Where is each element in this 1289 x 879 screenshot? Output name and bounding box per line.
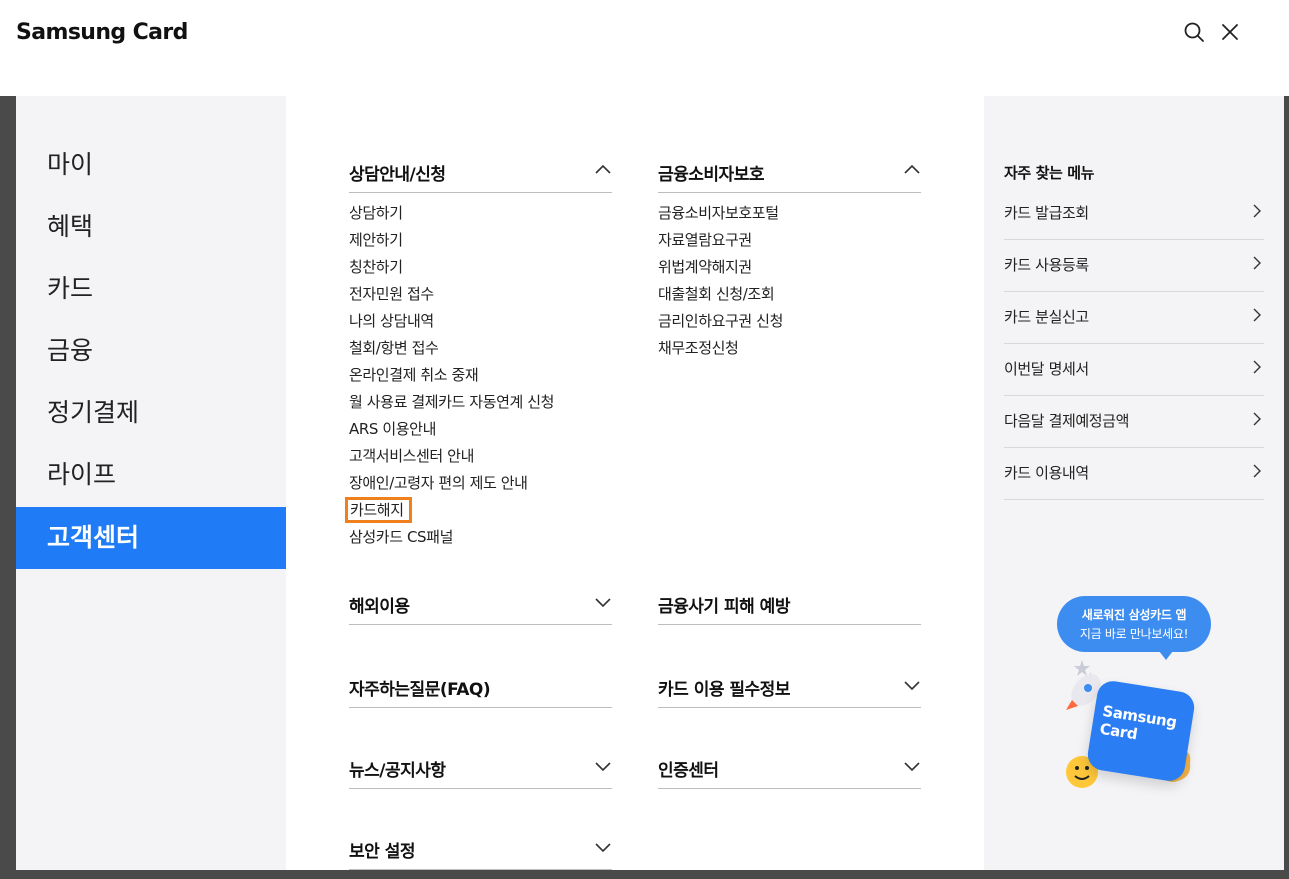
section-fraud-prevention: 금융사기 피해 예방 [658, 580, 921, 625]
quick-menu-item[interactable]: 카드 발급조회 [1004, 188, 1264, 240]
menu-link-card-cancel[interactable]: 카드해지 [345, 497, 612, 525]
menu-link[interactable]: 대출철회 신청/조회 [658, 282, 921, 309]
chevron-right-icon [1250, 360, 1264, 374]
nav-item-card[interactable]: 카드 [16, 258, 286, 320]
menu-link[interactable]: 장애인/고령자 편의 제도 안내 [349, 471, 612, 498]
section-news-header[interactable]: 뉴스/공지사항 [349, 744, 612, 789]
nav-item-my[interactable]: 마이 [16, 134, 286, 196]
section-faq-title: 자주하는질문(FAQ) [349, 680, 491, 700]
menu-link[interactable]: 금리인하요구권 신청 [658, 309, 921, 336]
promo-bubble[interactable]: 새로워진 삼성카드 앱 지금 바로 만나보세요! [1057, 596, 1211, 660]
chevron-down-icon [903, 757, 921, 775]
header: Samsung Card [0, 0, 1289, 96]
chevron-right-icon [1250, 204, 1264, 218]
nav-item-customer-center[interactable]: 고객센터 [16, 507, 286, 569]
quick-menu-title: 자주 찾는 메뉴 [1004, 164, 1095, 182]
left-nav: 마이 혜택 카드 금융 정기결제 라이프 고객센터 [16, 96, 286, 870]
section-auth-center: 인증센터 [658, 744, 921, 789]
chevron-right-icon [1250, 308, 1264, 322]
menu-link[interactable]: 고객서비스센터 안내 [349, 444, 612, 471]
menu-link[interactable]: 금융소비자보호포털 [658, 201, 921, 228]
close-icon[interactable] [1218, 20, 1242, 44]
chevron-right-icon [1250, 464, 1264, 478]
section-overseas: 해외이용 [349, 580, 612, 625]
logo[interactable]: Samsung Card [16, 18, 188, 48]
section-counsel-list: 상담하기 제안하기 칭찬하기 전자민원 접수 나의 상담내역 철회/항변 접수 … [345, 193, 612, 552]
promo-card-text: Samsung Card [1098, 701, 1178, 744]
quick-menu-item[interactable]: 다음달 결제예정금액 [1004, 396, 1264, 448]
search-icon[interactable] [1182, 20, 1206, 44]
menu-link[interactable]: 나의 상담내역 [349, 309, 612, 336]
menu-link[interactable]: 온라인결제 취소 중재 [349, 363, 612, 390]
menu-panel: 마이 혜택 카드 금융 정기결제 라이프 고객센터 상담안내/신청 상담하기 제… [16, 96, 1284, 870]
menu-link[interactable]: 위법계약해지권 [658, 255, 921, 282]
menu-link[interactable]: 전자민원 접수 [349, 282, 612, 309]
samsung-card-graphic: Samsung Card [1085, 678, 1197, 784]
nav-item-subscription[interactable]: 정기결제 [16, 382, 286, 444]
menu-link[interactable]: 채무조정신청 [658, 336, 921, 363]
section-consumer-list: 금융소비자보호포털 자료열람요구권 위법계약해지권 대출철회 신청/조회 금리인… [658, 193, 921, 363]
section-consumer-title: 금융소비자보호 [658, 165, 764, 185]
section-fraud-title: 금융사기 피해 예방 [658, 597, 790, 617]
section-counsel-header[interactable]: 상담안내/신청 [349, 148, 612, 193]
section-fraud-header[interactable]: 금융사기 피해 예방 [658, 580, 921, 625]
menu-link[interactable]: ARS 이용안내 [349, 417, 612, 444]
chevron-right-icon [1250, 412, 1264, 426]
nav-item-finance[interactable]: 금융 [16, 320, 286, 382]
section-security: 보안 설정 [349, 825, 612, 870]
chevron-up-icon [594, 161, 612, 179]
quick-menu-panel: 자주 찾는 메뉴 카드 발급조회 카드 사용등록 카드 분실신고 이번달 명세서… [984, 96, 1284, 870]
quick-menu-item[interactable]: 카드 이용내역 [1004, 448, 1264, 500]
section-news-title: 뉴스/공지사항 [349, 761, 446, 781]
chevron-right-icon [1250, 256, 1264, 270]
section-consumer-header[interactable]: 금융소비자보호 [658, 148, 921, 193]
menu-link[interactable]: 칭찬하기 [349, 255, 612, 282]
section-faq-header[interactable]: 자주하는질문(FAQ) [349, 663, 612, 708]
menu-link[interactable]: 자료열람요구권 [658, 228, 921, 255]
chevron-down-icon [594, 757, 612, 775]
quick-menu-item[interactable]: 카드 분실신고 [1004, 292, 1264, 344]
star-icon [1074, 660, 1090, 676]
section-news: 뉴스/공지사항 [349, 744, 612, 789]
section-overseas-header[interactable]: 해외이용 [349, 580, 612, 625]
menu-link[interactable]: 제안하기 [349, 228, 612, 255]
section-essential-info: 카드 이용 필수정보 [658, 663, 921, 708]
chevron-down-icon [594, 593, 612, 611]
menu-link[interactable]: 철회/항변 접수 [349, 336, 612, 363]
section-essential-header[interactable]: 카드 이용 필수정보 [658, 663, 921, 708]
section-auth-header[interactable]: 인증센터 [658, 744, 921, 789]
nav-item-life[interactable]: 라이프 [16, 444, 286, 506]
chevron-down-icon [594, 838, 612, 856]
section-consumer-protection: 금융소비자보호 금융소비자보호포털 자료열람요구권 위법계약해지권 대출철회 신… [658, 148, 921, 363]
quick-menu-item[interactable]: 카드 사용등록 [1004, 240, 1264, 292]
section-counsel-title: 상담안내/신청 [349, 165, 446, 185]
chevron-down-icon [903, 676, 921, 694]
chevron-up-icon [903, 161, 921, 179]
section-faq: 자주하는질문(FAQ) [349, 663, 612, 708]
section-security-title: 보안 설정 [349, 842, 415, 862]
quick-menu-item[interactable]: 이번달 명세서 [1004, 344, 1264, 396]
section-auth-title: 인증센터 [658, 761, 719, 781]
menu-link[interactable]: 상담하기 [349, 201, 612, 228]
section-essential-title: 카드 이용 필수정보 [658, 680, 790, 700]
menu-link[interactable]: 삼성카드 CS패널 [349, 525, 612, 552]
section-overseas-title: 해외이용 [349, 597, 410, 617]
section-counsel: 상담안내/신청 상담하기 제안하기 칭찬하기 전자민원 접수 나의 상담내역 철… [345, 148, 612, 552]
section-security-header[interactable]: 보안 설정 [349, 825, 612, 870]
menu-link[interactable]: 월 사용료 결제카드 자동연계 신청 [349, 390, 612, 417]
nav-item-benefits[interactable]: 혜택 [16, 196, 286, 258]
quick-menu-list: 카드 발급조회 카드 사용등록 카드 분실신고 이번달 명세서 다음달 결제예정… [1004, 188, 1264, 500]
